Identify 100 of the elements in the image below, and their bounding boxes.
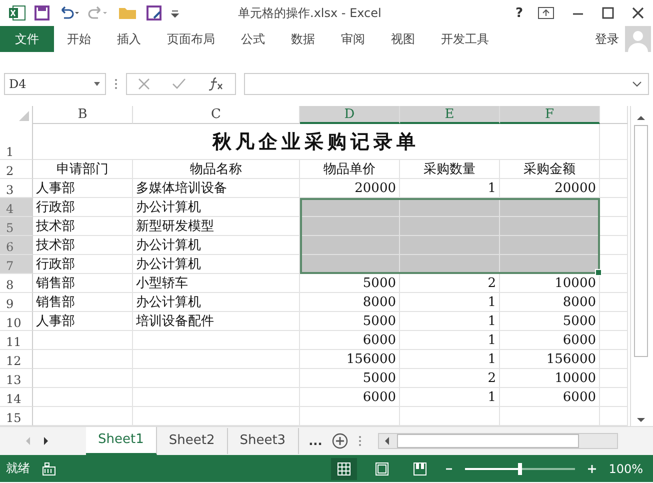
scroll-down-icon[interactable] bbox=[636, 416, 646, 424]
previous-sheet-icon[interactable] bbox=[24, 436, 32, 446]
column-header[interactable]: D bbox=[300, 106, 400, 124]
row-header[interactable]: 4 bbox=[0, 198, 33, 217]
add-sheet-icon[interactable] bbox=[332, 433, 348, 449]
table-cell: 1 bbox=[400, 331, 500, 350]
sheet-tab[interactable]: Sheet1 bbox=[86, 427, 157, 455]
selected-cell[interactable] bbox=[300, 236, 400, 255]
empty-cell[interactable] bbox=[133, 369, 300, 388]
empty-cell[interactable] bbox=[33, 369, 133, 388]
table-cell: 6000 bbox=[300, 388, 400, 407]
scroll-up-icon[interactable] bbox=[636, 114, 646, 122]
expand-icon[interactable] bbox=[632, 81, 642, 87]
splitter-icon[interactable] bbox=[358, 435, 362, 447]
empty-cell[interactable] bbox=[600, 160, 628, 179]
normal-view-icon[interactable] bbox=[330, 458, 357, 480]
row-header[interactable]: 1 bbox=[0, 124, 33, 160]
enter-icon[interactable] bbox=[172, 78, 186, 90]
table-cell: 1 bbox=[400, 179, 500, 198]
ribbon-tab[interactable]: 文件 bbox=[0, 26, 54, 52]
table-cell: 8000 bbox=[300, 293, 400, 312]
empty-cell[interactable] bbox=[133, 350, 300, 369]
column-header[interactable]: B bbox=[33, 106, 133, 124]
ribbon-tab[interactable]: 数据 bbox=[278, 26, 328, 52]
sign-in-link[interactable]: 登录 bbox=[595, 30, 619, 48]
row-header[interactable]: 11 bbox=[0, 331, 33, 350]
row-header[interactable]: 7 bbox=[0, 255, 33, 274]
empty-cell[interactable] bbox=[600, 179, 628, 198]
table-cell: 5000 bbox=[300, 274, 400, 293]
save-icon[interactable] bbox=[34, 5, 50, 21]
row-header[interactable]: 6 bbox=[0, 236, 33, 255]
column-header[interactable]: C bbox=[133, 106, 300, 124]
scroll-thumb[interactable] bbox=[397, 434, 580, 448]
save-as-icon[interactable] bbox=[146, 5, 162, 21]
scroll-thumb[interactable] bbox=[634, 125, 648, 357]
row-header[interactable]: 14 bbox=[0, 388, 33, 407]
column-header[interactable] bbox=[600, 106, 628, 124]
ribbon-tab[interactable]: 插入 bbox=[104, 26, 154, 52]
next-sheet-icon[interactable] bbox=[42, 436, 50, 446]
ribbon-tab[interactable]: 视图 bbox=[378, 26, 428, 52]
row-header[interactable]: 8 bbox=[0, 274, 33, 293]
empty-cell[interactable] bbox=[33, 388, 133, 407]
row-header[interactable]: 10 bbox=[0, 312, 33, 331]
table-cell: 8000 bbox=[500, 293, 600, 312]
empty-cell[interactable] bbox=[133, 388, 300, 407]
name-box[interactable]: D4 bbox=[4, 73, 106, 95]
empty-cell[interactable] bbox=[133, 331, 300, 350]
maximize-icon[interactable] bbox=[601, 6, 615, 20]
empty-cell[interactable] bbox=[33, 331, 133, 350]
table-cell: 20000 bbox=[500, 179, 600, 198]
avatar-icon[interactable] bbox=[625, 26, 651, 52]
help-button[interactable]: ? bbox=[515, 6, 523, 20]
redo-icon[interactable] bbox=[88, 5, 110, 21]
selected-cell[interactable] bbox=[400, 217, 500, 236]
ribbon-display-icon[interactable] bbox=[537, 6, 555, 20]
row-header[interactable]: 2 bbox=[0, 160, 33, 179]
table-cell: 办公计算机 bbox=[133, 255, 300, 274]
empty-cell[interactable] bbox=[600, 369, 628, 388]
selection-range[interactable] bbox=[300, 198, 600, 274]
macro-record-icon[interactable] bbox=[42, 462, 56, 476]
ribbon-tab[interactable]: 开始 bbox=[54, 26, 104, 52]
scroll-left-icon[interactable] bbox=[383, 436, 392, 446]
sheet-tab[interactable]: Sheet2 bbox=[156, 428, 228, 454]
more-sheets-button[interactable]: ... bbox=[308, 434, 322, 448]
formula-input[interactable] bbox=[244, 73, 649, 95]
ribbon-tab[interactable]: 审阅 bbox=[328, 26, 378, 52]
vertical-scrollbar[interactable] bbox=[630, 106, 650, 426]
selected-cell[interactable] bbox=[500, 236, 600, 255]
table-cell: 销售部 bbox=[33, 293, 133, 312]
empty-cell[interactable] bbox=[600, 350, 628, 369]
excel-logo-icon[interactable] bbox=[8, 5, 26, 21]
folder-icon[interactable] bbox=[118, 5, 138, 21]
insert-function-icon[interactable] bbox=[208, 77, 224, 91]
selected-cell[interactable] bbox=[500, 217, 600, 236]
empty-cell[interactable] bbox=[33, 350, 133, 369]
sheet-tab[interactable]: Sheet3 bbox=[228, 428, 299, 454]
empty-cell[interactable] bbox=[600, 331, 628, 350]
empty-cell[interactable] bbox=[600, 293, 628, 312]
selected-cell[interactable] bbox=[400, 236, 500, 255]
select-all-icon[interactable] bbox=[19, 111, 29, 121]
table-cell: 销售部 bbox=[33, 274, 133, 293]
selected-cell[interactable] bbox=[300, 217, 400, 236]
row-header[interactable]: 13 bbox=[0, 369, 33, 388]
empty-cell[interactable] bbox=[600, 312, 628, 331]
row-header[interactable]: 5 bbox=[0, 217, 33, 236]
empty-cell[interactable] bbox=[600, 388, 628, 407]
close-icon[interactable] bbox=[631, 6, 645, 20]
cancel-icon[interactable] bbox=[138, 78, 150, 90]
column-header[interactable]: E bbox=[400, 106, 500, 124]
ribbon-tab[interactable]: 页面布局 bbox=[154, 26, 228, 52]
row-header[interactable]: 9 bbox=[0, 293, 33, 312]
table-cell: 小型轿车 bbox=[133, 274, 300, 293]
column-header[interactable]: F bbox=[500, 106, 600, 124]
zoom-in-icon[interactable] bbox=[586, 464, 597, 474]
ribbon-tab[interactable]: 开发工具 bbox=[428, 26, 502, 52]
zoom-level[interactable]: 100% bbox=[608, 462, 643, 476]
sheet-title: 秋凡企业采购记录单 bbox=[33, 124, 600, 160]
horizontal-scrollbar[interactable] bbox=[378, 433, 618, 449]
row-header[interactable]: 12 bbox=[0, 350, 33, 369]
ribbon-tab[interactable]: 公式 bbox=[228, 26, 278, 52]
